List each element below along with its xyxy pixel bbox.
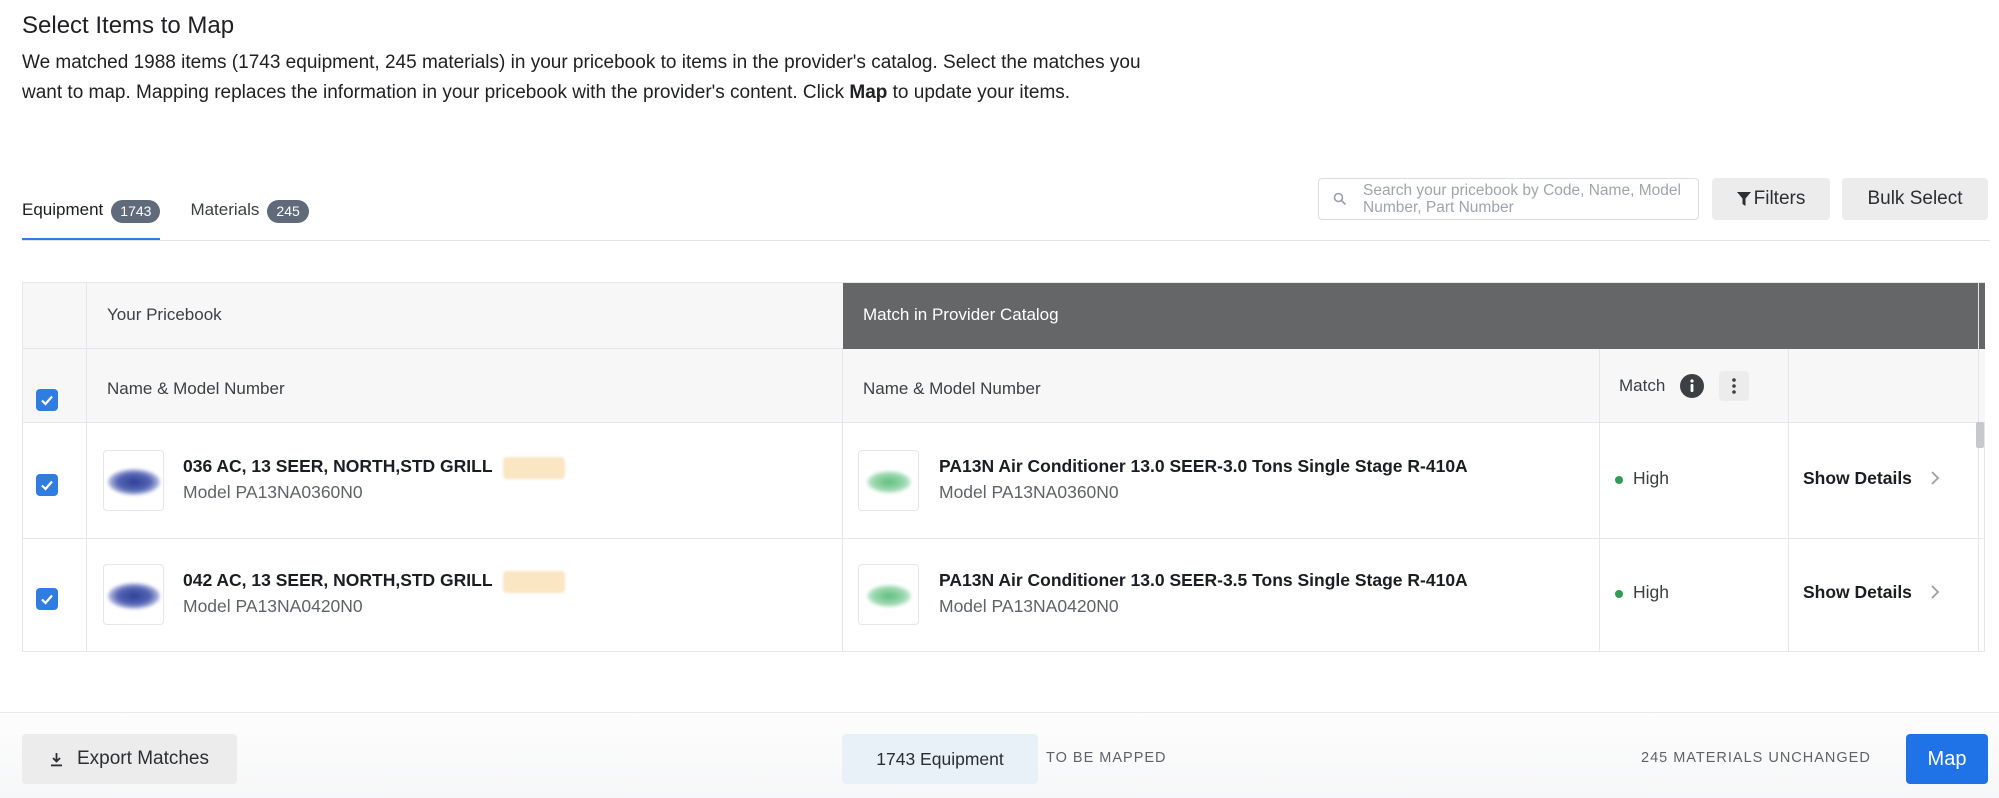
col-divider <box>842 349 843 652</box>
bulk-select-button[interactable]: Bulk Select <box>1842 178 1988 220</box>
export-matches-button[interactable]: Export Matches <box>22 734 237 784</box>
catalog-item-image <box>867 471 911 493</box>
pricebook-item-name: 036 AC, 13 SEER, NORTH,STD GRILL <box>183 456 493 476</box>
tab-materials[interactable]: Materials 245 <box>190 190 309 241</box>
match-confidence: High <box>1633 582 1669 602</box>
search-input[interactable]: Search your pricebook by Code, Name, Mod… <box>1318 178 1699 220</box>
pricebook-group-label: Your Pricebook <box>107 305 222 324</box>
page-title: Select Items to Map <box>22 12 235 39</box>
pricebook-item-name: 042 AC, 13 SEER, NORTH,STD GRILL <box>183 570 493 590</box>
more-vertical-icon <box>1732 378 1736 394</box>
scroll-gutter-divider <box>1978 283 1979 652</box>
row-checkbox[interactable] <box>36 588 58 610</box>
check-icon <box>41 480 53 491</box>
show-details-link[interactable]: Show Details <box>1803 582 1912 603</box>
col-divider <box>1788 349 1789 652</box>
download-icon <box>51 752 62 766</box>
match-status-dot <box>1615 476 1623 484</box>
tab-equipment-label: Equipment <box>22 200 104 219</box>
filters-button-label: Filters <box>1753 188 1806 209</box>
chevron-right-icon[interactable] <box>1930 584 1940 600</box>
col-divider <box>86 283 87 652</box>
export-matches-label: Export Matches <box>77 748 209 769</box>
match-confidence: High <box>1633 468 1669 488</box>
redacted-tag <box>503 571 565 593</box>
redacted-tag <box>503 457 565 479</box>
search-placeholder: Search your pricebook by Code, Name, Mod… <box>1363 182 1681 216</box>
show-details-link[interactable]: Show Details <box>1803 468 1912 489</box>
select-all-checkbox[interactable] <box>36 389 58 411</box>
to-be-mapped-label: TO BE MAPPED <box>1046 750 1167 766</box>
row-divider <box>23 538 1985 539</box>
pricebook-item-model: Model PA13NA0420N0 <box>183 596 363 616</box>
catalog-item-name: PA13N Air Conditioner 13.0 SEER-3.5 Tons… <box>939 570 1468 590</box>
row-checkbox[interactable] <box>36 474 58 496</box>
filters-button[interactable]: Filters <box>1712 178 1830 220</box>
tab-materials-count-badge: 245 <box>267 200 309 223</box>
catalog-item-thumbnail <box>858 564 919 625</box>
equipment-count-box: 1743 Equipment <box>842 734 1038 784</box>
catalog-name-column-header: Name & Model Number <box>863 379 1041 398</box>
tab-bar: Equipment 1743 Materials 245 <box>22 190 339 242</box>
map-button[interactable]: Map <box>1906 734 1988 784</box>
catalog-item-image <box>867 585 911 607</box>
tab-equipment[interactable]: Equipment 1743 <box>22 190 161 241</box>
catalog-item-model: Model PA13NA0360N0 <box>939 482 1119 502</box>
check-icon <box>41 395 53 406</box>
check-icon <box>41 594 53 605</box>
column-menu-button[interactable] <box>1719 371 1749 401</box>
catalog-group-label: Match in Provider Catalog <box>863 305 1059 324</box>
match-status-dot <box>1615 590 1623 598</box>
intro-text: We matched 1988 items (1743 equipment, 2… <box>22 52 1141 103</box>
chevron-right-icon[interactable] <box>1930 470 1940 486</box>
info-icon[interactable] <box>1680 374 1704 398</box>
tab-equipment-count-badge: 1743 <box>111 200 161 223</box>
pricebook-item-model: Model PA13NA0360N0 <box>183 482 363 502</box>
mapping-table: Your Pricebook Match in Provider Catalog… <box>22 282 1985 652</box>
filter-icon <box>1736 191 1751 206</box>
pricebook-item-thumbnail <box>103 450 164 511</box>
tab-materials-label: Materials <box>190 200 260 219</box>
match-column-header: Match <box>1619 376 1666 395</box>
intro-map-emphasis: Map <box>849 82 888 103</box>
pricebook-item-thumbnail <box>103 564 164 625</box>
catalog-item-name: PA13N Air Conditioner 13.0 SEER-3.0 Tons… <box>939 456 1468 476</box>
col-divider <box>1599 349 1600 652</box>
tabs-divider <box>22 240 1990 241</box>
pricebook-name-column-header: Name & Model Number <box>107 379 285 398</box>
pricebook-item-image <box>108 583 160 609</box>
catalog-item-model: Model PA13NA0420N0 <box>939 596 1119 616</box>
catalog-item-thumbnail <box>858 450 919 511</box>
table-scrollbar[interactable] <box>1976 422 1984 448</box>
materials-unchanged-label: 245 MATERIALS UNCHANGED <box>1641 750 1871 766</box>
search-icon <box>1333 192 1347 206</box>
pricebook-item-image <box>108 469 160 495</box>
